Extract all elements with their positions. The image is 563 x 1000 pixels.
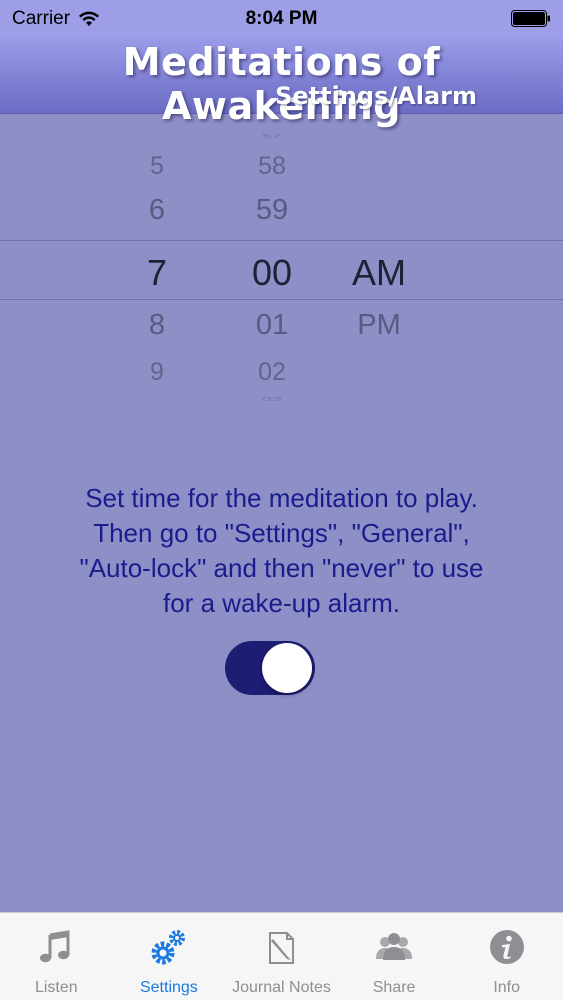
picker-hour-item[interactable]: 5 (150, 152, 164, 181)
toggle-knob[interactable] (262, 643, 312, 693)
picker-hour-selected[interactable]: 7 (147, 252, 167, 294)
instruction-line: "Auto-lock" and then "never" to use (79, 553, 484, 583)
tab-label: Info (493, 979, 521, 996)
picker-minute-item[interactable]: 58 (258, 152, 286, 181)
picker-minute-item[interactable]: 01 (256, 309, 288, 342)
picker-minute-selected[interactable]: 00 (252, 252, 292, 294)
picker-period-item[interactable]: PM (357, 309, 401, 342)
instruction-line: for a wake-up alarm. (163, 588, 400, 618)
tab-listen[interactable]: Listen (0, 913, 113, 1000)
tab-label: Listen (34, 979, 78, 996)
picker-hour-item[interactable]: 6 (149, 194, 165, 227)
alarm-instructions: Set time for the meditation to play. The… (20, 481, 543, 621)
app-header: Meditations of Awakening Settings/Alarm (0, 38, 563, 128)
picker-minute-item[interactable]: 57 (262, 133, 282, 139)
people-icon (376, 933, 413, 960)
tab-label: Journal Notes (232, 979, 331, 996)
instruction-line: Set time for the meditation to play. (85, 483, 478, 513)
status-bar: Carrier 8:04 PM (0, 0, 563, 38)
picker-minute-item[interactable]: 59 (256, 194, 288, 227)
app-screen: Carrier 8:04 PM Meditations of Awakening… (0, 0, 563, 1000)
tab-label: Share (372, 979, 416, 996)
picker-hour-item[interactable]: 8 (149, 309, 165, 342)
tab-bar: Listen Settings Journal Notes Share Info (0, 912, 563, 1000)
alarm-toggle[interactable] (225, 641, 315, 695)
picker-minute-item[interactable]: 02 (258, 358, 286, 387)
tab-settings[interactable]: Settings (113, 913, 226, 1000)
battery-icon (511, 10, 550, 27)
time-picker[interactable]: 5 6 7 8 9 57 58 59 00 01 02 03 AM PM (0, 114, 563, 404)
info-icon (489, 930, 524, 964)
picker-period-selected[interactable]: AM (352, 252, 406, 294)
picker-hour-item[interactable]: 9 (150, 358, 164, 387)
music-note-icon (40, 930, 70, 963)
tab-share[interactable]: Share (338, 913, 451, 1000)
status-time: 8:04 PM (245, 8, 318, 29)
gears-icon (151, 930, 185, 965)
tab-label: Settings (139, 979, 198, 996)
tab-journal-notes[interactable]: Journal Notes (225, 913, 338, 1000)
tab-info[interactable]: Info (450, 913, 563, 1000)
picker-minute-item[interactable]: 03 (262, 396, 282, 402)
page-subtitle: Settings/Alarm (275, 82, 477, 110)
instruction-line: Then go to "Settings", "General", (93, 518, 470, 548)
note-pencil-icon (269, 932, 295, 964)
